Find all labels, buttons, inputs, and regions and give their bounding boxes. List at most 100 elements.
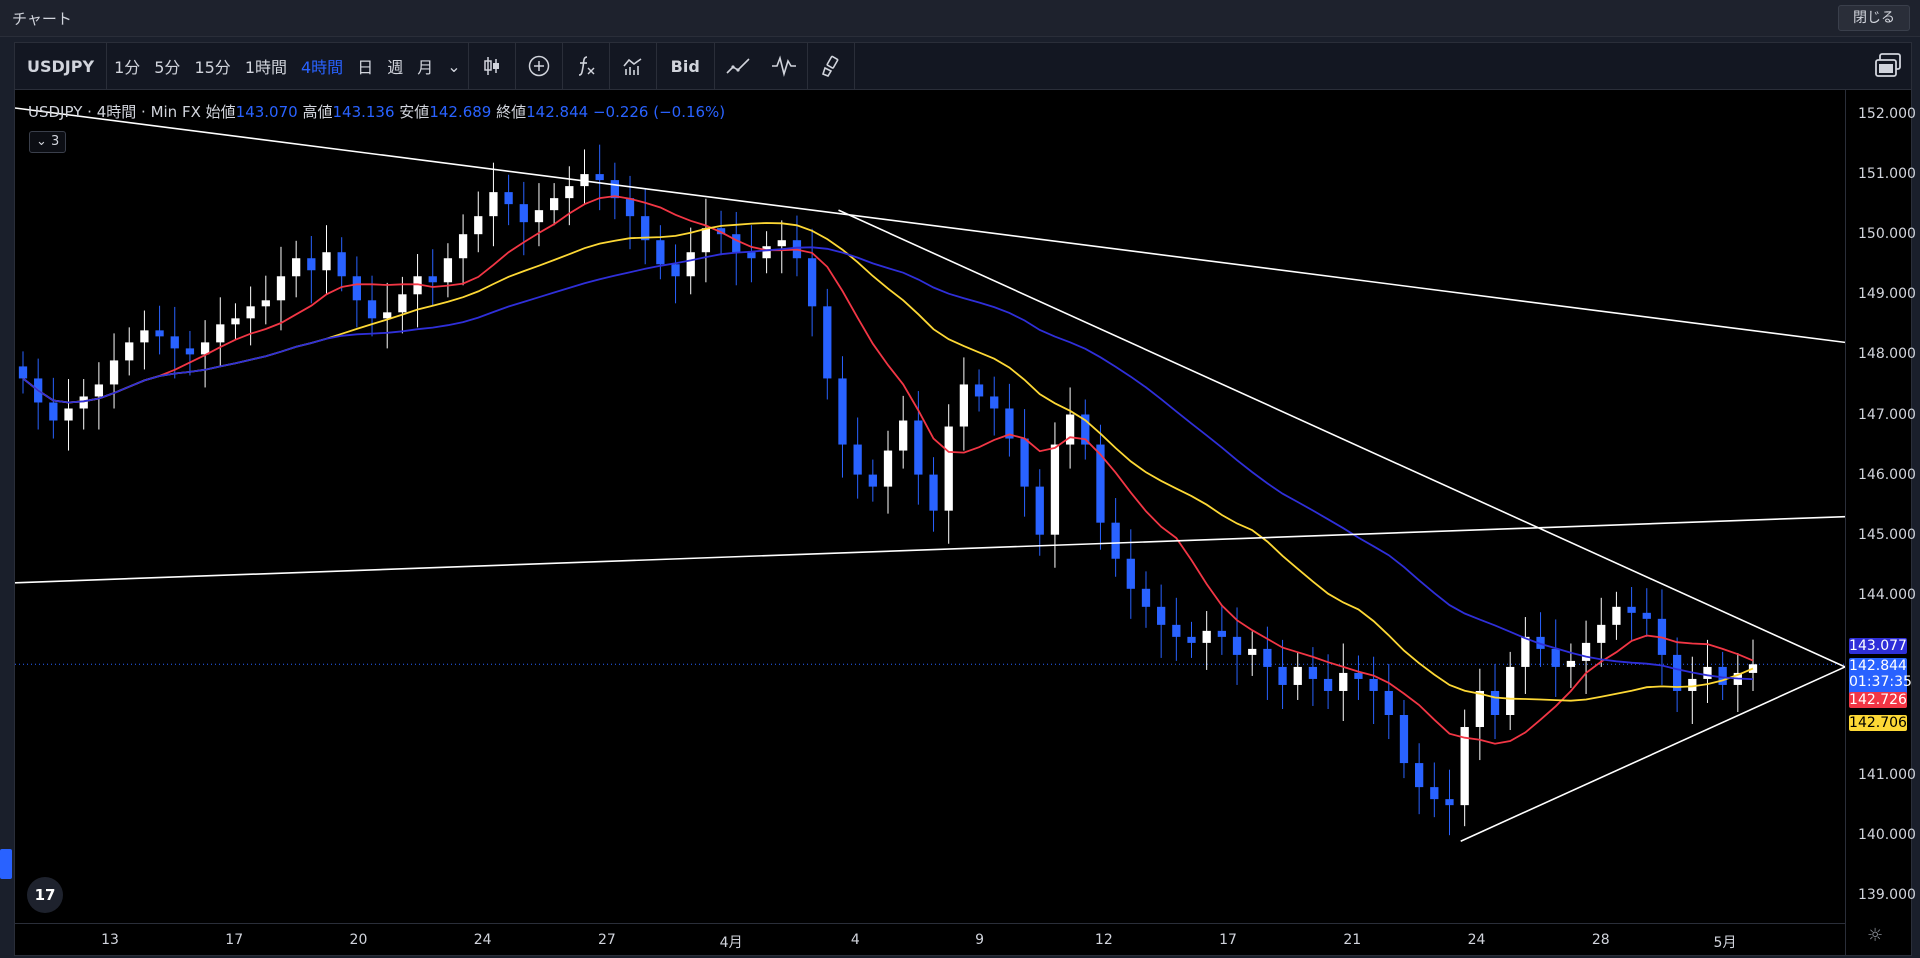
indicators-icon[interactable] [610,43,656,89]
drawer-toggle-handle[interactable] [0,849,12,879]
candle-body [823,306,832,379]
candle-body [1672,654,1682,691]
time-tick-label: 21 [1343,932,1362,948]
candle-body [1399,715,1409,764]
interval-month[interactable]: 月 [410,43,440,89]
candle-body [367,300,377,319]
candle-body [1551,648,1560,667]
trendline-4 [1460,666,1845,842]
candle-body [231,318,240,325]
candle-body [959,384,969,427]
candle-body [18,366,28,379]
legend-close: 142.844 [526,103,589,121]
add-circle-icon[interactable] [516,43,562,89]
candle-body [1445,799,1454,806]
interval-1m[interactable]: 1分 [107,43,147,89]
indicator-count: 3 [51,134,60,149]
candle-body [140,330,149,343]
candle-body [1308,666,1318,679]
candle-body [1217,630,1226,637]
interval-week[interactable]: 週 [380,43,410,89]
candle-body [550,198,559,211]
price-axis[interactable]: 152.000 151.000 150.000 149.000 148.000 147.0… [1845,90,1916,955]
candle-body [1369,678,1378,691]
candle-body [534,210,544,223]
candle-body [671,264,680,277]
close-button[interactable]: 閉じる [1838,5,1910,31]
legend-low: 142.689 [429,103,492,121]
candle-body [337,252,346,277]
candle-body [625,198,635,217]
candle-body [185,348,195,355]
bar-countdown: 01:37:35 [1849,674,1912,691]
candle-body [762,246,771,259]
candle-body [974,384,984,397]
interval-1h[interactable]: 1時間 [238,43,294,89]
candle-body [1020,438,1029,487]
price-tick-label: 147.000 [1858,406,1916,423]
time-axis[interactable]: 13 17 20 24 27 4月 4 9 12 17 21 24 28 5月 [15,923,1845,956]
bid-ask-toggle[interactable]: Bid [657,43,714,89]
indicator-collapse-button[interactable]: ⌄ 3 [29,131,67,153]
candle-body [838,378,847,445]
price-tick-label: 151.000 [1858,166,1916,183]
toolbar-divider [853,43,855,89]
candle-body [307,258,316,271]
candle-body [1187,636,1196,643]
candle-body [443,258,453,283]
candle-body [868,474,877,487]
candle-body [1172,624,1181,637]
candle-body [1688,678,1697,691]
price-chart[interactable] [15,90,1845,955]
candle-body [565,186,574,199]
time-tick-label: 17 [225,932,244,948]
candle-body [1248,648,1257,655]
candle-body [1323,678,1333,691]
price-tick-label: 140.000 [1858,827,1916,844]
legend-high: 143.136 [332,103,395,121]
interval-4h[interactable]: 4時間 [294,43,350,89]
interval-dropdown-icon[interactable]: ⌄ [440,43,467,89]
interval-5m[interactable]: 5分 [147,43,187,89]
candle-body [1718,666,1727,685]
time-tick-label: 4月 [719,935,743,951]
candle-body [49,402,58,421]
candle-body [990,396,999,409]
price-tick-label: 146.000 [1858,466,1916,483]
candle-body [1278,666,1287,685]
wave-icon[interactable] [761,43,807,89]
brush-icon[interactable] [808,43,854,89]
candle-body [1263,648,1272,667]
interval-day[interactable]: 日 [350,43,380,89]
gear-icon[interactable]: ☼ [1867,925,1883,946]
candle-body [1339,672,1348,691]
candle-body [383,312,392,319]
tradingview-logo-icon[interactable]: 17 [27,877,63,913]
interval-15m[interactable]: 15分 [187,43,237,89]
price-tick-label: 139.000 [1858,887,1916,904]
candle-body [1384,690,1393,715]
candle-body [155,330,164,337]
candle-body [595,174,604,181]
window-titlebar: チャート 閉じる [0,0,1920,37]
window-title: チャート [12,10,72,28]
layout-icon[interactable] [1871,49,1905,83]
line-tool-icon[interactable] [715,43,761,89]
price-tick-label: 150.000 [1858,226,1916,243]
time-tick-label: 4 [850,932,860,948]
candle-body [747,252,756,259]
indicator-fx-icon[interactable] [563,43,609,89]
candle-body [1597,624,1606,643]
candle-body [1035,486,1044,535]
candle-body [261,300,270,307]
symbol-button[interactable]: USDJPY [15,43,106,89]
time-tick-label: 28 [1591,932,1610,948]
trendline-3 [15,515,1845,584]
candles-icon[interactable] [469,43,515,89]
last-price-value: 142.844 [1849,658,1907,675]
candle-body [853,444,862,475]
chevron-down-icon: ⌄ [36,134,52,149]
candle-body [641,216,650,241]
legend-low-label: 安値 [399,103,430,121]
candle-body [929,474,938,511]
